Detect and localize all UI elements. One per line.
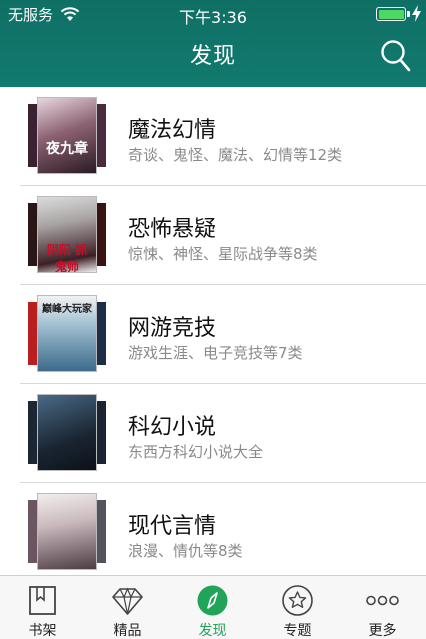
compass-icon: [197, 585, 228, 616]
category-item-romance[interactable]: 现代言情 浪漫、情仇等8类: [0, 483, 426, 574]
category-desc: 游戏生涯、电子竞技等7类: [128, 344, 303, 362]
book-cover: [28, 394, 106, 471]
cover-title: 夜九章: [46, 141, 88, 157]
book-cover: 夜九章: [28, 97, 106, 174]
battery-tip: [407, 11, 410, 17]
book-cover: 阴阳 抓鬼师: [28, 196, 106, 273]
tab-bookshelf[interactable]: 书架: [0, 576, 85, 639]
tab-label: 更多: [368, 623, 397, 639]
book-cover: 巅峰大玩家: [28, 295, 106, 372]
category-item-gaming[interactable]: 巅峰大玩家 网游竞技 游戏生涯、电子竞技等7类: [0, 285, 426, 384]
tab-label: 发现: [198, 623, 227, 639]
category-item-magic[interactable]: 夜九章 魔法幻情 奇谈、鬼怪、魔法、幻情等12类: [0, 87, 426, 186]
header: 无服务 下午3:36 发现: [0, 0, 426, 87]
status-time: 下午3:36: [179, 8, 247, 27]
battery-icon: [376, 7, 406, 21]
category-item-scifi[interactable]: 科幻小说 东西方科幻小说大全: [0, 384, 426, 483]
category-desc: 东西方科幻小说大全: [128, 443, 264, 461]
star-circle-icon: [282, 585, 313, 616]
tab-label: 精品: [113, 623, 142, 639]
search-icon: [381, 40, 411, 72]
search-button[interactable]: [380, 38, 412, 74]
tab-label: 专题: [283, 623, 312, 639]
category-name: 现代言情: [128, 514, 217, 539]
more-dots-icon: [366, 595, 399, 606]
category-desc: 浪漫、情仇等8类: [128, 542, 243, 560]
diamond-icon: [112, 587, 143, 615]
status-bar: 无服务 下午3:36: [0, 0, 426, 28]
category-name: 网游竞技: [128, 316, 217, 341]
category-name: 魔法幻情: [128, 118, 217, 143]
bookshelf-icon: [29, 586, 56, 615]
category-list[interactable]: 夜九章 魔法幻情 奇谈、鬼怪、魔法、幻情等12类 阴阳 抓鬼师 恐怖悬疑 惊悚、…: [0, 87, 426, 574]
tab-topics[interactable]: 专题: [255, 576, 340, 639]
cover-title: 巅峰大玩家: [42, 304, 92, 315]
tab-premium[interactable]: 精品: [85, 576, 170, 639]
category-item-horror[interactable]: 阴阳 抓鬼师 恐怖悬疑 惊悚、神怪、星际战争等8类: [0, 186, 426, 285]
category-name: 科幻小说: [128, 415, 217, 440]
cover-title: 阴阳 抓鬼师: [46, 243, 88, 273]
tab-more[interactable]: 更多: [340, 576, 425, 639]
tab-discover[interactable]: 发现: [170, 576, 255, 639]
tab-label: 书架: [28, 623, 57, 639]
page-title: 发现: [189, 44, 236, 69]
category-desc: 惊悚、神怪、星际战争等8类: [128, 245, 318, 263]
tab-bar: 书架 精品 发现 专题 更多: [0, 575, 426, 639]
charging-bolt-icon: [412, 5, 421, 22]
battery-level: [378, 9, 404, 19]
category-desc: 奇谈、鬼怪、魔法、幻情等12类: [128, 146, 343, 164]
category-name: 恐怖悬疑: [128, 217, 217, 242]
book-cover: [28, 493, 106, 570]
